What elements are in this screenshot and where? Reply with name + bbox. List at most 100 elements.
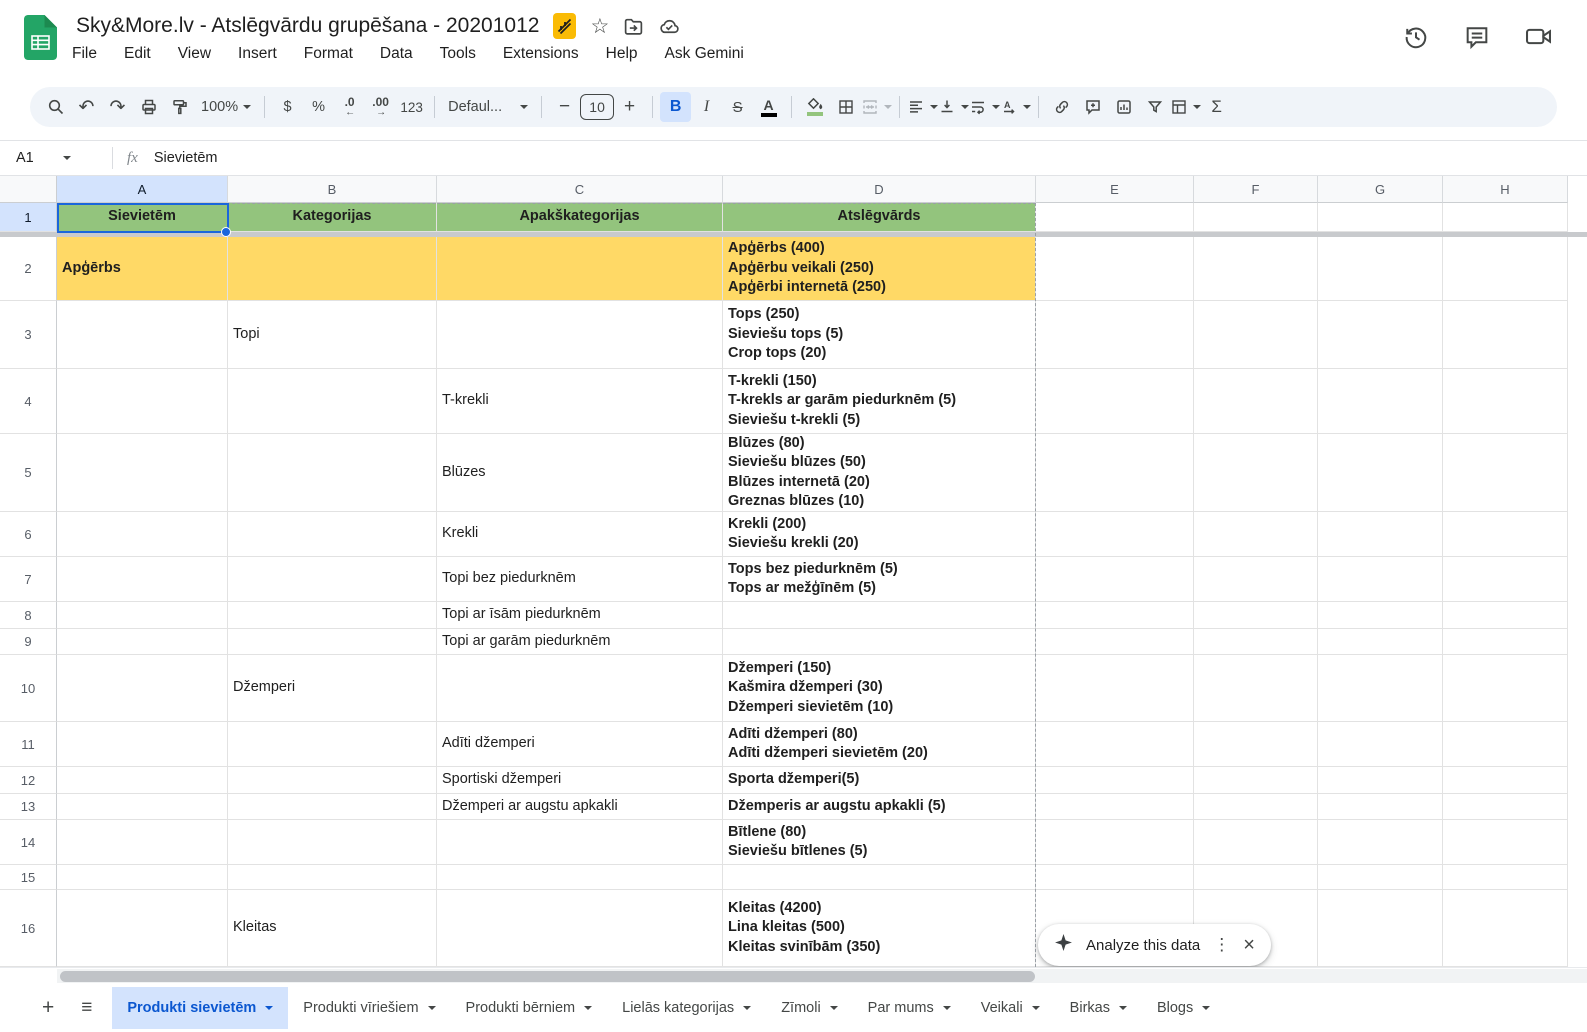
cell-H5[interactable]	[1443, 434, 1568, 512]
comments-icon[interactable]	[1463, 23, 1491, 56]
cell-H14[interactable]	[1443, 820, 1568, 865]
cell-H12[interactable]	[1443, 767, 1568, 794]
cell-F9[interactable]	[1194, 629, 1318, 655]
search-menus-button[interactable]	[40, 92, 71, 122]
cell-C9[interactable]: Topi ar garām piedurknēm	[437, 629, 723, 655]
cell-B7[interactable]	[228, 557, 437, 602]
increase-decimal-button[interactable]: .00→	[365, 92, 396, 122]
redo-icon[interactable]: ↷	[102, 92, 133, 122]
column-header-E[interactable]: E	[1036, 176, 1194, 203]
more-options-icon[interactable]: ⋮	[1213, 935, 1230, 955]
sheet-tab-produkti-bērniem[interactable]: Produkti bērniem	[451, 987, 608, 1029]
cell-A7[interactable]	[57, 557, 228, 602]
cell-A8[interactable]	[57, 602, 228, 629]
column-header-F[interactable]: F	[1194, 176, 1318, 203]
format-percent-button[interactable]: %	[303, 92, 334, 122]
row-header-11[interactable]: 11	[0, 722, 57, 767]
cell-C12[interactable]: Sportiski džemperi	[437, 767, 723, 794]
cell-D14[interactable]: Bītlene (80) Sieviešu bītlenes (5)	[723, 820, 1036, 865]
functions-button[interactable]: Σ	[1201, 92, 1232, 122]
fill-color-button[interactable]	[799, 92, 830, 122]
cell-D11[interactable]: Adīti džemperi (80) Adīti džemperi sievi…	[723, 722, 1036, 767]
cell-G11[interactable]	[1318, 722, 1443, 767]
cell-B4[interactable]	[228, 369, 437, 434]
cell-H7[interactable]	[1443, 557, 1568, 602]
cell-H11[interactable]	[1443, 722, 1568, 767]
name-box[interactable]: A1	[0, 150, 112, 166]
menu-edit[interactable]: Edit	[124, 45, 151, 63]
cell-C4[interactable]: T-krekli	[437, 369, 723, 434]
cell-C5[interactable]: Blūzes	[437, 434, 723, 512]
cell-D8[interactable]	[723, 602, 1036, 629]
chevron-down-icon[interactable]	[584, 1006, 592, 1010]
cell-C7[interactable]: Topi bez piedurknēm	[437, 557, 723, 602]
cell-D9[interactable]	[723, 629, 1036, 655]
cell-A6[interactable]	[57, 512, 228, 557]
cell-D13[interactable]: Džemperis ar augstu apkakli (5)	[723, 794, 1036, 820]
cell-C11[interactable]: Adīti džemperi	[437, 722, 723, 767]
row-header-2[interactable]: 2	[0, 237, 57, 301]
cell-B9[interactable]	[228, 629, 437, 655]
menu-tools[interactable]: Tools	[440, 45, 476, 63]
cell-H4[interactable]	[1443, 369, 1568, 434]
cell-F15[interactable]	[1194, 865, 1318, 890]
borders-button[interactable]	[830, 92, 861, 122]
cell-A3[interactable]	[57, 301, 228, 369]
cell-E6[interactable]	[1036, 512, 1194, 557]
chevron-down-icon[interactable]	[743, 1006, 751, 1010]
cell-F14[interactable]	[1194, 820, 1318, 865]
number-format-button[interactable]: 123	[396, 92, 427, 122]
row-header-5[interactable]: 5	[0, 434, 57, 512]
column-header-B[interactable]: B	[228, 176, 437, 203]
cell-E9[interactable]	[1036, 629, 1194, 655]
cell-D7[interactable]: Tops bez piedurknēm (5) Tops ar mežģīnēm…	[723, 557, 1036, 602]
star-icon[interactable]: ☆	[590, 16, 609, 37]
decrease-font-size-button[interactable]: −	[549, 92, 580, 122]
cell-E12[interactable]	[1036, 767, 1194, 794]
cell-F3[interactable]	[1194, 301, 1318, 369]
cell-A2[interactable]: Apģērbs	[57, 237, 228, 301]
cell-A13[interactable]	[57, 794, 228, 820]
sheet-tab-produkti-vīriešiem[interactable]: Produkti vīriešiem	[288, 987, 450, 1029]
cell-H2[interactable]	[1443, 237, 1568, 301]
undo-icon[interactable]: ↶	[71, 92, 102, 122]
cell-H9[interactable]	[1443, 629, 1568, 655]
column-header-H[interactable]: H	[1443, 176, 1568, 203]
cell-B15[interactable]	[228, 865, 437, 890]
format-currency-button[interactable]: $	[272, 92, 303, 122]
chevron-down-icon[interactable]	[1032, 1006, 1040, 1010]
sheet-tab-veikali[interactable]: Veikali	[966, 987, 1055, 1029]
cell-A16[interactable]	[57, 890, 228, 967]
increase-font-size-button[interactable]: +	[614, 92, 645, 122]
column-header-A[interactable]: A	[57, 176, 228, 203]
column-header-C[interactable]: C	[437, 176, 723, 203]
menu-help[interactable]: Help	[606, 45, 638, 63]
sheet-tab-birkas[interactable]: Birkas	[1055, 987, 1142, 1029]
menu-extensions[interactable]: Extensions	[503, 45, 579, 63]
menu-insert[interactable]: Insert	[238, 45, 277, 63]
cell-F2[interactable]	[1194, 237, 1318, 301]
cell-C16[interactable]	[437, 890, 723, 967]
cell-F6[interactable]	[1194, 512, 1318, 557]
create-filter-button[interactable]	[1139, 92, 1170, 122]
cell-E1[interactable]	[1036, 203, 1194, 232]
cell-B5[interactable]	[228, 434, 437, 512]
chevron-down-icon[interactable]	[1119, 1006, 1127, 1010]
cell-F4[interactable]	[1194, 369, 1318, 434]
row-header-13[interactable]: 13	[0, 794, 57, 820]
sheet-tab-par-mums[interactable]: Par mums	[853, 987, 966, 1029]
cell-C6[interactable]: Krekli	[437, 512, 723, 557]
row-header-14[interactable]: 14	[0, 820, 57, 865]
cell-G15[interactable]	[1318, 865, 1443, 890]
table-views-button[interactable]	[1170, 92, 1201, 122]
row-header-6[interactable]: 6	[0, 512, 57, 557]
cell-A5[interactable]	[57, 434, 228, 512]
cell-A14[interactable]	[57, 820, 228, 865]
cell-A11[interactable]	[57, 722, 228, 767]
cell-G14[interactable]	[1318, 820, 1443, 865]
menu-file[interactable]: File	[72, 45, 97, 63]
cell-E10[interactable]	[1036, 655, 1194, 722]
cell-B8[interactable]	[228, 602, 437, 629]
cell-D3[interactable]: Tops (250) Sieviešu tops (5) Crop tops (…	[723, 301, 1036, 369]
sheet-tab-produkti-sievietēm[interactable]: Produkti sievietēm	[112, 987, 288, 1029]
